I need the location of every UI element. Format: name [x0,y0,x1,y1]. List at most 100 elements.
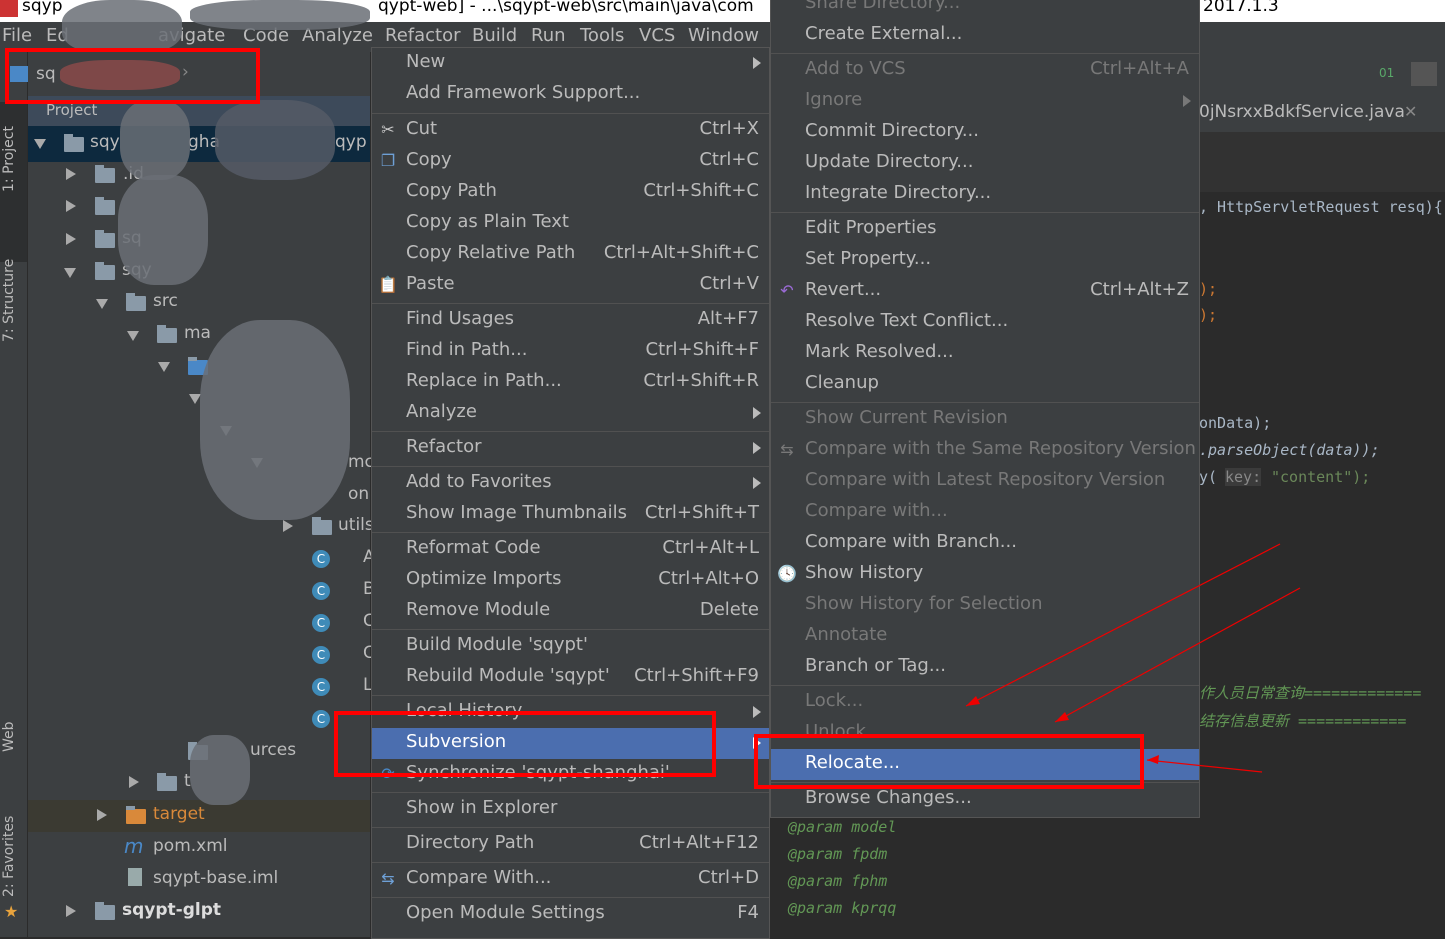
menu-item-add-favorites[interactable]: Add to Favorites [372,468,769,499]
menu-item-ignore[interactable]: Ignore [771,86,1199,117]
tree-row-pom[interactable]: pom.xml [153,836,228,868]
menu-item-find-usages[interactable]: Find Usages Alt+F7 [372,305,769,336]
menu-item-directory-path[interactable]: Directory Path Ctrl+Alt+F12 [372,829,769,860]
menu-item-module-settings[interactable]: Open Module Settings F4 [372,899,769,930]
expand-arrow-icon[interactable] [66,233,76,245]
tab-project[interactable]: 1: Project [1,126,17,192]
tree-row-main[interactable]: ma [184,323,211,355]
tree-row-target[interactable]: target [153,804,205,836]
tree-label: on [348,484,370,504]
submenu-arrow-icon [753,407,761,419]
menu-item-copy[interactable]: ❐ Copy Ctrl+C [372,146,769,177]
menu-item-integrate[interactable]: Integrate Directory... [771,179,1199,210]
editor-tab[interactable]: 0jNsrxxBdkfService.java [1199,102,1405,122]
menu-item-rebuild-module[interactable]: Rebuild Module 'sqypt' Ctrl+Shift+F9 [372,662,769,693]
menu-item-new[interactable]: New [372,48,769,79]
javadoc-param: @param fphm [788,872,888,890]
menu-refactor[interactable]: Refactor [385,25,461,46]
menu-item-build-module[interactable]: Build Module 'sqypt' [372,631,769,662]
menu-item-compare-latest[interactable]: Compare with Latest Repository Version [771,466,1199,497]
class-icon: C [312,646,330,664]
menu-build[interactable]: Build [472,25,517,46]
menu-item-find-in-path[interactable]: Find in Path... Ctrl+Shift+F [372,336,769,367]
menu-item-share-directory[interactable]: Share Directory... [771,0,1199,20]
menu-item-cut[interactable]: ✂ Cut Ctrl+X [372,115,769,146]
menu-item-update[interactable]: Update Directory... [771,148,1199,179]
expand-arrow-icon[interactable] [34,139,46,149]
menu-item-set-property[interactable]: Set Property... [771,245,1199,276]
menu-item-create-external[interactable]: Create External... [771,20,1199,51]
menu-label: Branch or Tag... [805,655,946,676]
expand-arrow-icon[interactable] [129,776,139,788]
menu-item-compare-with[interactable]: ⇆ Compare With... Ctrl+D [372,864,769,895]
tab-structure[interactable]: 7: Structure [1,259,17,342]
menu-item-compare-same[interactable]: ⇆ Compare with the Same Repository Versio… [771,435,1199,466]
menu-window[interactable]: Window [688,25,759,46]
expand-arrow-icon[interactable] [283,520,293,532]
menu-item-branch-tag[interactable]: Branch or Tag... [771,652,1199,683]
menu-item-show-explorer[interactable]: Show in Explorer [372,794,769,825]
menu-item-resolve-conflict[interactable]: Resolve Text Conflict... [771,307,1199,338]
menu-item-cleanup[interactable]: Cleanup [771,369,1199,400]
expand-arrow-icon[interactable] [66,168,76,180]
menu-run[interactable]: Run [531,25,566,46]
menu-item-revert[interactable]: ↶ Revert... Ctrl+Alt+Z [771,276,1199,307]
menu-item-compare-with[interactable]: Compare with... [771,497,1199,528]
menu-item-analyze[interactable]: Analyze [372,398,769,429]
menu-item-show-history[interactable]: 🕓 Show History [771,559,1199,590]
menu-item-history-selection[interactable]: Show History for Selection [771,590,1199,621]
menu-shortcut: Ctrl+C [699,149,759,170]
menu-label: Show Image Thumbnails [406,502,627,523]
menu-separator [372,532,769,533]
menu-item-refactor[interactable]: Refactor [372,433,769,464]
menu-item-add-framework[interactable]: Add Framework Support... [372,79,769,110]
binary-icon[interactable]: 01 [1379,66,1394,80]
close-icon[interactable]: ✕ [1404,102,1417,121]
menu-label: Integrate Directory... [805,182,992,203]
menu-tools[interactable]: Tools [580,25,624,46]
title-path: qypt-web] - ...\sqypt-web\src\main\java\… [378,0,754,16]
expand-arrow-icon[interactable] [127,331,139,341]
menu-item-commit[interactable]: Commit Directory... [771,117,1199,148]
menu-item-paste[interactable]: 📋 Paste Ctrl+V [372,270,769,301]
menu-item-compare-branch[interactable]: Compare with Branch... [771,528,1199,559]
class-icon: C [312,582,330,600]
menu-item-mark-resolved[interactable]: Mark Resolved... [771,338,1199,369]
menu-item-lock[interactable]: Lock... [771,687,1199,718]
expand-arrow-icon[interactable] [158,362,170,372]
tree-row-resources[interactable]: urces [250,740,296,772]
menu-item-remove-module[interactable]: Remove Module Delete [372,596,769,627]
compare-icon: ⇆ [780,440,794,459]
tree-row-utils[interactable]: utils [338,515,374,547]
menu-file[interactable]: File [2,25,32,46]
menu-label: Cut [406,118,438,139]
menu-item-thumbnails[interactable]: Show Image Thumbnails Ctrl+Shift+T [372,499,769,530]
expand-arrow-icon[interactable] [66,905,76,917]
expand-arrow-icon[interactable] [66,200,76,212]
tab-favorites[interactable]: 2: Favorites [1,816,17,897]
app-icon [0,0,18,17]
tree-label: utils [338,515,374,535]
menu-item-add-to-vcs[interactable]: Add to VCS Ctrl+Alt+A [771,55,1199,86]
run-config-icon[interactable] [1411,62,1437,86]
menu-item-annotate[interactable]: Annotate [771,621,1199,652]
expand-arrow-icon[interactable] [97,809,107,821]
menu-item-edit-properties[interactable]: Edit Properties [771,214,1199,245]
menu-item-show-revision[interactable]: Show Current Revision [771,404,1199,435]
tree-row-glpt[interactable]: sqypt-glpt [122,900,221,932]
tree-row-package[interactable]: on [348,484,369,516]
menu-vcs[interactable]: VCS [639,25,675,46]
menu-item-reformat[interactable]: Reformat Code Ctrl+Alt+L [372,534,769,565]
tab-web[interactable]: Web [1,721,17,752]
menu-item-optimize-imports[interactable]: Optimize Imports Ctrl+Alt+O [372,565,769,596]
tree-root[interactable]: sqy [90,132,120,164]
expand-arrow-icon[interactable] [96,299,108,309]
menu-item-replace-in-path[interactable]: Replace in Path... Ctrl+Shift+R [372,367,769,398]
submenu-arrow-icon [753,57,761,69]
menu-item-copy-path[interactable]: Copy Path Ctrl+Shift+C [372,177,769,208]
menu-item-copy-relative[interactable]: Copy Relative Path Ctrl+Alt+Shift+C [372,239,769,270]
menu-item-copy-plain[interactable]: Copy as Plain Text [372,208,769,239]
tree-row-iml[interactable]: sqypt-base.iml [153,868,278,900]
tree-row-src[interactable]: src [153,291,178,323]
expand-arrow-icon[interactable] [64,268,76,278]
